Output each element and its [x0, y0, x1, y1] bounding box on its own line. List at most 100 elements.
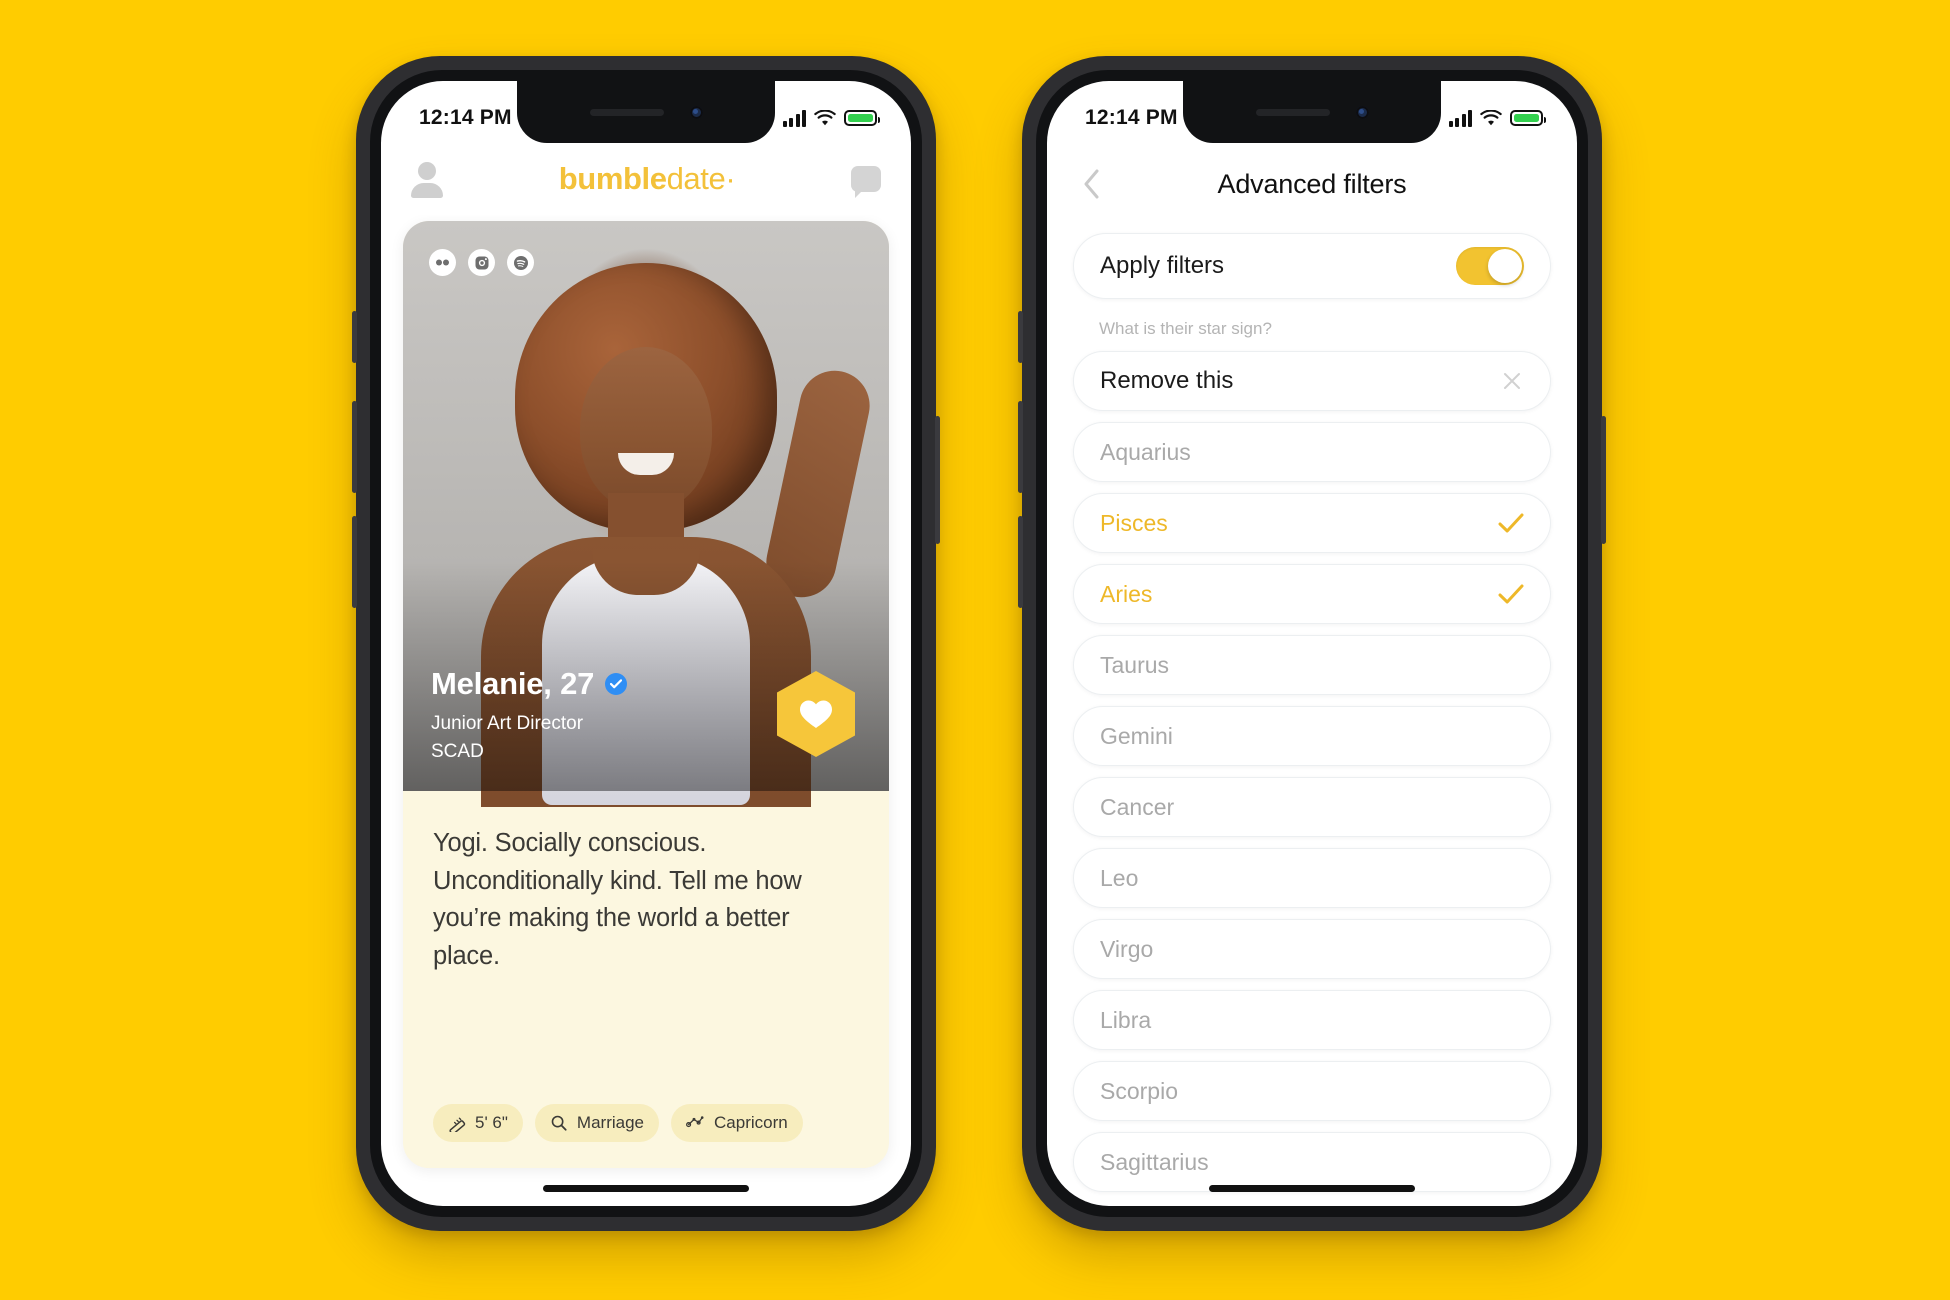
chat-icon[interactable] [851, 166, 881, 198]
checkmark-icon [1498, 584, 1524, 604]
profile-chips: 5' 6" Marriage Capricorn [433, 1104, 859, 1168]
chip-intent-label: Marriage [576, 1113, 645, 1132]
social-badges [429, 249, 534, 276]
wifi-icon [1480, 109, 1502, 125]
cellular-bars-icon [1448, 109, 1472, 127]
star-sign-row[interactable]: Leo [1073, 848, 1551, 908]
phone-right: 12:14 PM Advanced filters Apply filters … [1018, 56, 1606, 1231]
phone-bezel: 12:14 PM bumbledate· Melanie, 27 Junior … [370, 70, 922, 1217]
chip-height[interactable]: 5' 6" [433, 1104, 523, 1142]
star-sign-label: Libra [1100, 1006, 1152, 1033]
volume-up-button[interactable] [352, 401, 357, 493]
volume-down-button[interactable] [352, 516, 357, 608]
star-sign-label: Scorpio [1100, 1077, 1178, 1104]
chip-height-label: 5' 6" [475, 1113, 508, 1132]
star-sign-label: Cancer [1100, 793, 1175, 820]
remove-this-row[interactable]: Remove this [1073, 351, 1551, 411]
filters-header: Advanced filters [1047, 143, 1577, 225]
phone-left: 12:14 PM bumbledate· Melanie, 27 Junior … [352, 56, 940, 1231]
page-title: Advanced filters [1217, 168, 1407, 199]
magnifier-icon [551, 1115, 567, 1131]
profile-icon[interactable] [411, 162, 443, 198]
earpiece-speaker [589, 108, 664, 116]
app-brand-logo: bumbledate· [559, 161, 736, 197]
remove-this-label: Remove this [1100, 367, 1234, 394]
star-sign-row[interactable]: Aquarius [1073, 422, 1551, 482]
profile-card[interactable]: Melanie, 27 Junior Art Director SCAD Yog… [403, 221, 889, 1168]
battery-icon [1510, 110, 1546, 126]
status-time: 12:14 PM [1085, 106, 1178, 129]
home-indicator[interactable] [1209, 1185, 1415, 1192]
brand-date: date· [666, 161, 736, 196]
wifi-icon [814, 109, 836, 125]
screen-right: 12:14 PM Advanced filters Apply filters … [1047, 81, 1577, 1206]
status-indicators [782, 109, 880, 127]
star-sign-list[interactable]: Aquarius Pisces Aries Taurus Gemini Cancer Leo… [1073, 422, 1551, 1192]
status-indicators [1448, 109, 1546, 127]
cellular-bars-icon [782, 109, 806, 127]
bumble-eyes-icon[interactable] [429, 249, 456, 276]
close-icon[interactable] [1500, 369, 1524, 393]
profile-bio: Yogi. Socially conscious. Unconditionall… [433, 829, 802, 971]
profile-name-row: Melanie, 27 [431, 665, 628, 702]
star-sign-label: Aries [1100, 580, 1153, 607]
profile-photo: Melanie, 27 Junior Art Director SCAD [403, 221, 889, 807]
battery-icon [844, 110, 880, 126]
star-sign-row[interactable]: Aries [1073, 564, 1551, 624]
star-sign-row[interactable]: Gemini [1073, 706, 1551, 766]
power-button[interactable] [935, 416, 940, 544]
instagram-icon[interactable] [468, 249, 495, 276]
profile-meta: Melanie, 27 Junior Art Director SCAD [431, 665, 628, 765]
constellation-icon [686, 1116, 704, 1128]
filters-body[interactable]: Apply filters What is their star sign? R… [1047, 225, 1577, 1206]
profile-job-title: Junior Art Director [431, 712, 584, 734]
star-sign-label: Gemini [1100, 722, 1173, 749]
star-sign-row[interactable]: Pisces [1073, 493, 1551, 553]
star-sign-row[interactable]: Cancer [1073, 777, 1551, 837]
status-time: 12:14 PM [419, 106, 512, 129]
brand-bumble: bumble [558, 161, 667, 196]
star-sign-label: Pisces [1100, 509, 1168, 536]
apply-filters-label: Apply filters [1100, 252, 1225, 279]
star-sign-row[interactable]: Sagittarius [1073, 1132, 1551, 1192]
notch [517, 81, 775, 143]
power-button[interactable] [1601, 416, 1606, 544]
star-sign-row[interactable]: Virgo [1073, 919, 1551, 979]
front-camera [689, 105, 703, 119]
home-indicator[interactable] [543, 1185, 749, 1192]
chip-star-sign-label: Capricorn [714, 1113, 788, 1132]
star-sign-row[interactable]: Scorpio [1073, 1061, 1551, 1121]
star-sign-label: Leo [1100, 864, 1139, 891]
apply-filters-row[interactable]: Apply filters [1073, 233, 1551, 299]
spotify-icon[interactable] [507, 249, 534, 276]
chip-intent[interactable]: Marriage [534, 1104, 660, 1142]
apply-filters-toggle[interactable] [1456, 247, 1524, 285]
screen-left: 12:14 PM bumbledate· Melanie, 27 Junior … [381, 81, 911, 1206]
chip-star-sign[interactable]: Capricorn [671, 1104, 803, 1142]
photo-face [580, 347, 712, 511]
toggle-knob [1488, 249, 1522, 283]
notch [1183, 81, 1441, 143]
bio-area: Yogi. Socially conscious. Unconditionall… [403, 791, 889, 1168]
front-camera [1355, 105, 1369, 119]
mute-switch[interactable] [352, 311, 357, 363]
star-sign-section-label: What is their star sign? [1099, 319, 1272, 338]
star-sign-label: Virgo [1100, 935, 1154, 962]
star-sign-label: Aquarius [1100, 438, 1191, 465]
phone-bezel: 12:14 PM Advanced filters Apply filters … [1036, 70, 1588, 1217]
star-sign-label: Taurus [1100, 651, 1170, 678]
checkmark-icon [1498, 513, 1524, 533]
volume-down-button[interactable] [1018, 516, 1023, 608]
volume-up-button[interactable] [1018, 401, 1023, 493]
profile-name: Melanie, 27 [431, 665, 595, 701]
earpiece-speaker [1255, 108, 1330, 116]
mute-switch[interactable] [1018, 311, 1023, 363]
star-sign-row[interactable]: Libra [1073, 990, 1551, 1050]
star-sign-label: Sagittarius [1100, 1148, 1209, 1175]
verified-badge-icon [605, 672, 628, 695]
star-sign-row[interactable]: Taurus [1073, 635, 1551, 695]
heart-icon [800, 700, 832, 728]
app-header: bumbledate· [381, 143, 911, 215]
profile-school: SCAD [431, 741, 484, 763]
ruler-icon [449, 1117, 466, 1132]
